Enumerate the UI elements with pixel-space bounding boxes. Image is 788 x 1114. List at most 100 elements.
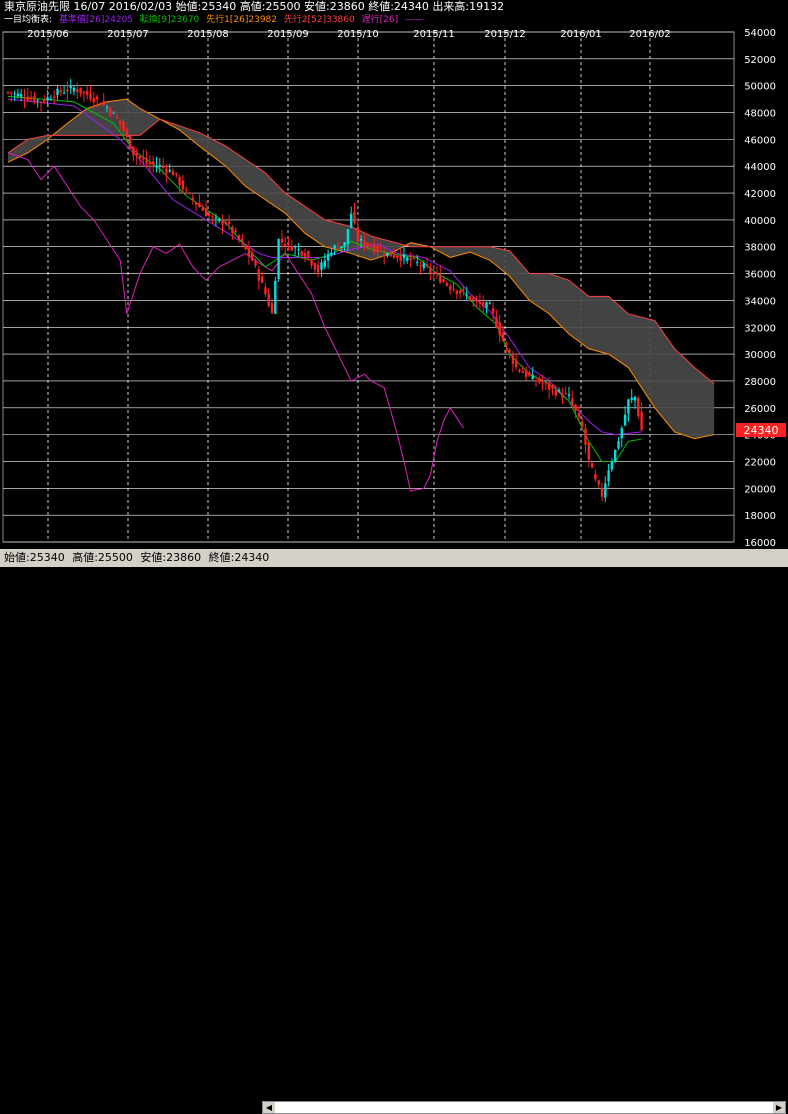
candle-body <box>640 411 643 431</box>
candle-body <box>204 208 208 217</box>
candle-body <box>135 153 138 156</box>
candle-body <box>105 107 109 109</box>
x-tick-label: 2016/01 <box>560 29 602 40</box>
candle-body <box>109 107 112 115</box>
y-tick-label: 52000 <box>744 55 776 66</box>
candle-body <box>194 202 198 205</box>
candle-body <box>231 226 234 234</box>
candle-body <box>227 221 231 224</box>
candle-body <box>102 101 105 105</box>
candle-body <box>432 272 435 274</box>
candle-body <box>264 287 267 295</box>
y-tick-label: 44000 <box>744 162 776 173</box>
candle-body <box>326 253 330 261</box>
candle-body <box>557 390 561 392</box>
candle-body <box>188 192 191 194</box>
candle-body <box>406 257 409 261</box>
legend-senko1: 先行1[26]23982 <box>206 15 278 25</box>
candle-body <box>544 382 548 384</box>
y-tick-label: 32000 <box>744 323 776 334</box>
candle-body <box>561 394 564 398</box>
candle-body <box>449 286 452 290</box>
candle-body <box>511 355 515 364</box>
candle-body <box>293 247 297 249</box>
candle-body <box>491 308 495 314</box>
candle-body <box>155 166 158 168</box>
candle-body <box>363 240 366 247</box>
status-open: 始値:25340 <box>4 551 65 564</box>
candle-body <box>445 282 449 286</box>
candle-body <box>152 161 155 165</box>
candle-body <box>191 197 194 200</box>
candle-body <box>399 255 402 261</box>
candle-body <box>402 254 406 259</box>
candle-body <box>633 396 637 401</box>
horizontal-scrollbar[interactable]: ◀ ▶ <box>262 1101 786 1114</box>
candle-body <box>376 246 379 253</box>
candle-body <box>214 217 218 219</box>
candle-body <box>396 255 399 259</box>
x-tick-label: 2016/02 <box>629 29 671 40</box>
legend-chikou: 遅行[26] <box>361 15 399 25</box>
candle-body <box>518 369 521 372</box>
candle-body <box>56 88 59 96</box>
candle-body <box>521 371 524 374</box>
candle-body <box>574 404 577 411</box>
y-tick-label: 40000 <box>744 216 776 227</box>
candle-body <box>330 252 333 255</box>
candle-body <box>458 290 462 294</box>
candle-body <box>323 260 326 267</box>
x-tick-label: 2015/10 <box>337 29 379 40</box>
x-axis-labels: 2015/06 2015/07 2015/08 2015/09 2015/10 2015/… <box>27 29 671 40</box>
candle-body <box>138 155 142 158</box>
candle-body <box>148 162 152 165</box>
kumo-cloud <box>8 99 715 439</box>
candle-body <box>237 235 241 240</box>
candle-body <box>317 264 320 273</box>
scroll-left-arrow-icon[interactable]: ◀ <box>263 1102 275 1113</box>
y-tick-label: 22000 <box>744 457 776 468</box>
candle-body <box>254 260 257 266</box>
candle-body <box>59 90 62 93</box>
candle-body <box>125 129 128 137</box>
candle-body <box>277 239 280 280</box>
legend-senko2: 先行2[52]33860 <box>283 15 355 25</box>
candle-body <box>208 214 211 217</box>
candle-body <box>610 461 614 470</box>
candle-body <box>356 227 359 242</box>
header-date: 2016/02/03 <box>108 0 173 13</box>
header-high: 高値:25500 <box>239 0 301 13</box>
candle-body <box>320 262 323 270</box>
y-tick-label: 18000 <box>744 511 776 522</box>
candle-body <box>340 246 343 248</box>
candle-body <box>257 269 260 281</box>
scroll-right-arrow-icon[interactable]: ▶ <box>773 1102 785 1113</box>
candle-body <box>267 293 270 306</box>
candle-body <box>524 369 528 377</box>
candle-body <box>607 470 610 482</box>
candle-body <box>23 98 26 100</box>
current-price-label: 24340 <box>744 424 779 437</box>
candle-body <box>171 171 175 176</box>
candle-body <box>16 93 20 97</box>
candle-body <box>161 166 165 168</box>
candle-body <box>247 247 251 257</box>
candle-body <box>359 238 363 241</box>
candle-body <box>600 487 604 497</box>
header-open: 始値:25340 <box>175 0 237 13</box>
y-tick-label: 42000 <box>744 189 776 200</box>
x-tick-label: 2015/12 <box>484 29 526 40</box>
candle-body <box>594 474 597 480</box>
candle-body <box>498 322 501 336</box>
candle-body <box>485 302 488 308</box>
candle-body <box>534 380 538 382</box>
candle-body <box>128 135 132 149</box>
y-tick-label: 50000 <box>744 82 776 93</box>
y-tick-label: 28000 <box>744 377 776 388</box>
candle-body <box>584 428 587 445</box>
candle-body <box>89 93 92 100</box>
candle-body <box>46 97 49 101</box>
candle-body <box>119 119 122 124</box>
candle-body <box>548 383 551 390</box>
candle-body <box>346 229 350 244</box>
